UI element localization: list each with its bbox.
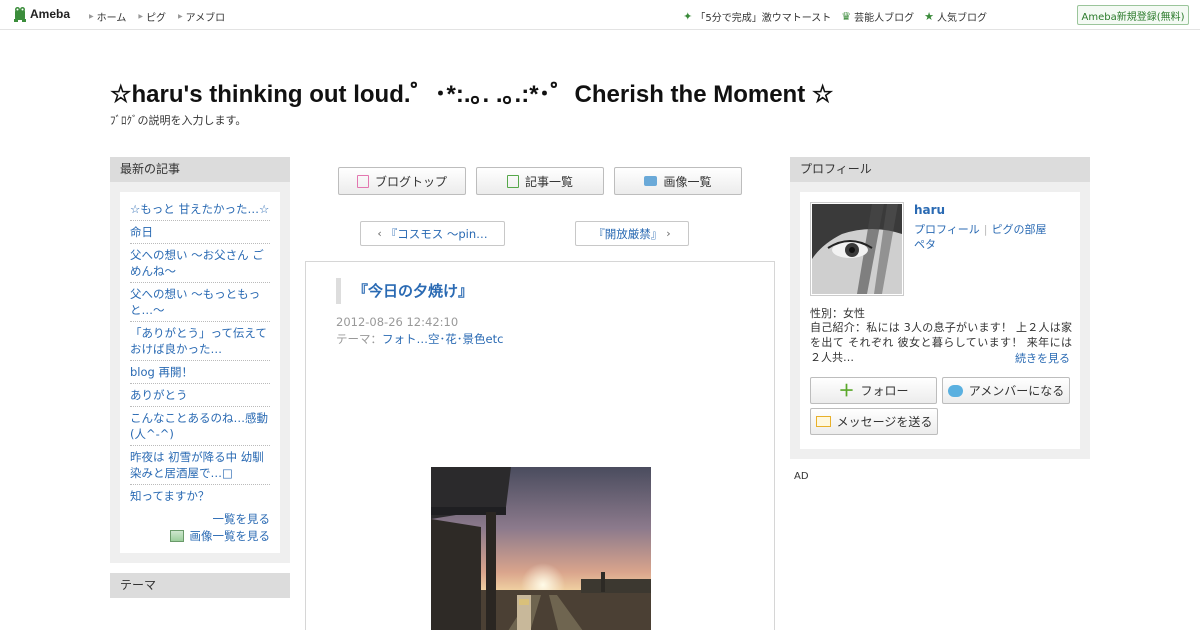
avatar[interactable] xyxy=(810,202,904,296)
pages-icon xyxy=(506,174,519,188)
follow-button[interactable]: ＋ フォロー xyxy=(810,377,937,404)
article-link[interactable]: 父への想い 〜お父さん ごめんね〜 xyxy=(130,244,270,283)
chevron-left-icon: ‹ xyxy=(377,227,382,240)
blog-tabs: ブログトップ 記事一覧 画像一覧 xyxy=(338,167,742,195)
document-icon xyxy=(356,174,369,188)
recent-articles-list: ☆もっと 甘えたかった…☆ 命日 父への想い 〜お父さん ごめんね〜 父への想い… xyxy=(120,192,280,553)
amember-button[interactable]: アメンバーになる xyxy=(942,377,1070,404)
recent-articles-heading: 最新の記事 xyxy=(110,157,290,182)
article-link[interactable]: blog 再開！ xyxy=(130,361,270,384)
ameba-logo[interactable]: Ameba xyxy=(13,6,70,22)
tab-image-list-label: 画像一覧 xyxy=(663,174,712,189)
nav-home-label: ホーム xyxy=(96,13,127,24)
send-message-label: メッセージを送る xyxy=(836,415,933,429)
sunset-photo-image xyxy=(431,467,651,630)
entry-theme: テーマ：フォト…空･花･景色etc xyxy=(336,331,503,347)
frog-icon xyxy=(14,7,26,22)
avatar-image xyxy=(812,204,902,294)
article-link[interactable]: 昨夜は 初雪が降る中 幼馴染みと居酒屋で…□ xyxy=(130,446,270,485)
recent-articles-box: 最新の記事 ☆もっと 甘えたかった…☆ 命日 父への想い 〜お父さん ごめんね〜… xyxy=(110,157,290,563)
tab-blog-top-label: ブログトップ xyxy=(374,174,447,189)
top-links: ✦ 「5分で完成」激ウマトースト ♛ 芸能人ブログ ★ 人気ブログ xyxy=(683,9,987,24)
nav-pigg[interactable]: ▶ ピグ xyxy=(138,9,166,24)
profile-box: プロフィール haru プロフィール | ピグの部屋 ペタ 性別：女性 自己紹介：私… xyxy=(790,157,1090,459)
profile-link[interactable]: プロフィール xyxy=(914,223,980,236)
nav-home[interactable]: ▶ ホーム xyxy=(89,9,126,24)
article-list-link[interactable]: 一覧を見る xyxy=(130,511,271,528)
article-link[interactable]: 「ありがとう」って伝えておけば良かった… xyxy=(130,322,270,361)
triangle-right-icon: ▶ xyxy=(138,13,143,20)
peta-link[interactable]: ペタ xyxy=(914,238,936,251)
profile-heading: プロフィール xyxy=(790,157,1090,182)
chevron-right-icon: › xyxy=(666,227,671,240)
tab-image-list[interactable]: 画像一覧 xyxy=(614,167,742,195)
divider: | xyxy=(983,223,988,236)
tab-article-list[interactable]: 記事一覧 xyxy=(476,167,604,195)
nav-ameblo-label: アメブロ xyxy=(185,13,226,24)
theme-heading: テーマ xyxy=(110,573,290,598)
entry-article: 『今日の夕焼け』 2012-08-26 12:42:10 テーマ：フォト…空･花… xyxy=(305,261,775,630)
crown-icon: ♛ xyxy=(841,10,852,23)
camera-icon xyxy=(644,176,658,186)
follow-label: フォロー xyxy=(860,384,909,398)
entry-theme-link[interactable]: フォト…空･花･景色etc xyxy=(382,332,503,346)
popular-blog-label: 人気ブログ xyxy=(937,13,987,24)
plus-icon: ＋ xyxy=(838,380,855,400)
nav-pigg-label: ピグ xyxy=(145,13,166,24)
entry-title[interactable]: 『今日の夕焼け』 xyxy=(336,278,473,304)
theme-box: テーマ xyxy=(110,573,290,598)
logo-text: Ameba xyxy=(30,7,71,21)
next-entry-label: 『開放厳禁』 xyxy=(593,226,663,241)
profile-links: プロフィール | ピグの部屋 ペタ xyxy=(914,222,1074,252)
triangle-right-icon: ▶ xyxy=(177,13,183,20)
article-link[interactable]: ありがとう xyxy=(130,384,270,407)
signup-button[interactable]: Ameba新規登録(無料) xyxy=(1077,5,1189,25)
triangle-right-icon: ▶ xyxy=(89,13,94,20)
send-message-button[interactable]: メッセージを送る xyxy=(810,408,938,435)
image-list-label: 画像一覧を見る xyxy=(189,529,271,543)
amember-label: アメンバーになる xyxy=(968,384,1065,398)
toast-link[interactable]: ✦ 「5分で完成」激ウマトースト xyxy=(683,9,831,24)
profile-sex: 性別：女性 xyxy=(810,307,865,320)
nav-ameblo[interactable]: ▶ アメブロ xyxy=(178,9,225,24)
toast-link-label: 「5分で完成」激ウマトースト xyxy=(695,13,832,24)
prev-entry-label: 『コスモス ～pin… xyxy=(385,226,488,241)
article-link[interactable]: 知ってますか？ xyxy=(130,485,270,507)
tab-article-list-label: 記事一覧 xyxy=(524,174,573,189)
top-nav: ▶ ホーム ▶ ピグ ▶ アメブロ xyxy=(89,9,225,24)
star-icon: ★ xyxy=(924,10,934,23)
sunset-photo[interactable] xyxy=(431,467,651,630)
profile-card: haru プロフィール | ピグの部屋 ペタ 性別：女性 自己紹介：私には 3人の息… xyxy=(800,192,1080,449)
entry-theme-label: テーマ： xyxy=(336,332,382,346)
image-icon xyxy=(169,530,184,542)
article-link[interactable]: ☆もっと 甘えたかった…☆ xyxy=(130,198,270,221)
global-header: Ameba ▶ ホーム ▶ ピグ ▶ アメブロ ✦ 「5分で完成」激ウマトースト ♛ 芸能… xyxy=(0,0,1200,30)
sparkle-icon: ✦ xyxy=(683,10,693,23)
pigg-room-link[interactable]: ピグの部屋 xyxy=(992,223,1047,236)
article-link[interactable]: 父への想い 〜もっともっと…〜 xyxy=(130,283,270,322)
image-list-link[interactable]: 画像一覧を見る xyxy=(130,528,270,545)
blog-title[interactable]: ☆haru's thinking out loud.゜･*:.｡. .｡.:*･… xyxy=(110,74,833,109)
speech-bubble-icon xyxy=(947,384,963,397)
blog-description: ﾌﾞﾛｸﾞの説明を入力します。 xyxy=(110,114,247,127)
entry-date: 2012-08-26 12:42:10 xyxy=(336,315,459,329)
more-links: 一覧を見る 画像一覧を見る xyxy=(130,511,270,545)
celebrity-blog-label: 芸能人ブログ xyxy=(854,13,915,24)
ad-label: AD xyxy=(794,471,809,482)
next-entry-button[interactable]: 『開放厳禁』 › xyxy=(575,221,689,246)
article-link[interactable]: こんなことあるのね…感動(人^-^) xyxy=(130,407,270,446)
tab-blog-top[interactable]: ブログトップ xyxy=(338,167,466,195)
profile-name[interactable]: haru xyxy=(914,203,945,217)
envelope-icon xyxy=(815,416,831,427)
celebrity-blog-link[interactable]: ♛ 芸能人ブログ xyxy=(841,9,914,24)
prev-entry-button[interactable]: ‹ 『コスモス ～pin… xyxy=(360,221,505,246)
article-link[interactable]: 命日 xyxy=(130,221,270,244)
left-sidebar: 最新の記事 ☆もっと 甘えたかった…☆ 命日 父への想い 〜お父さん ごめんね〜… xyxy=(110,157,290,598)
popular-blog-link[interactable]: ★ 人気ブログ xyxy=(924,9,987,24)
read-more-link[interactable]: 続きを見る xyxy=(1015,350,1070,366)
